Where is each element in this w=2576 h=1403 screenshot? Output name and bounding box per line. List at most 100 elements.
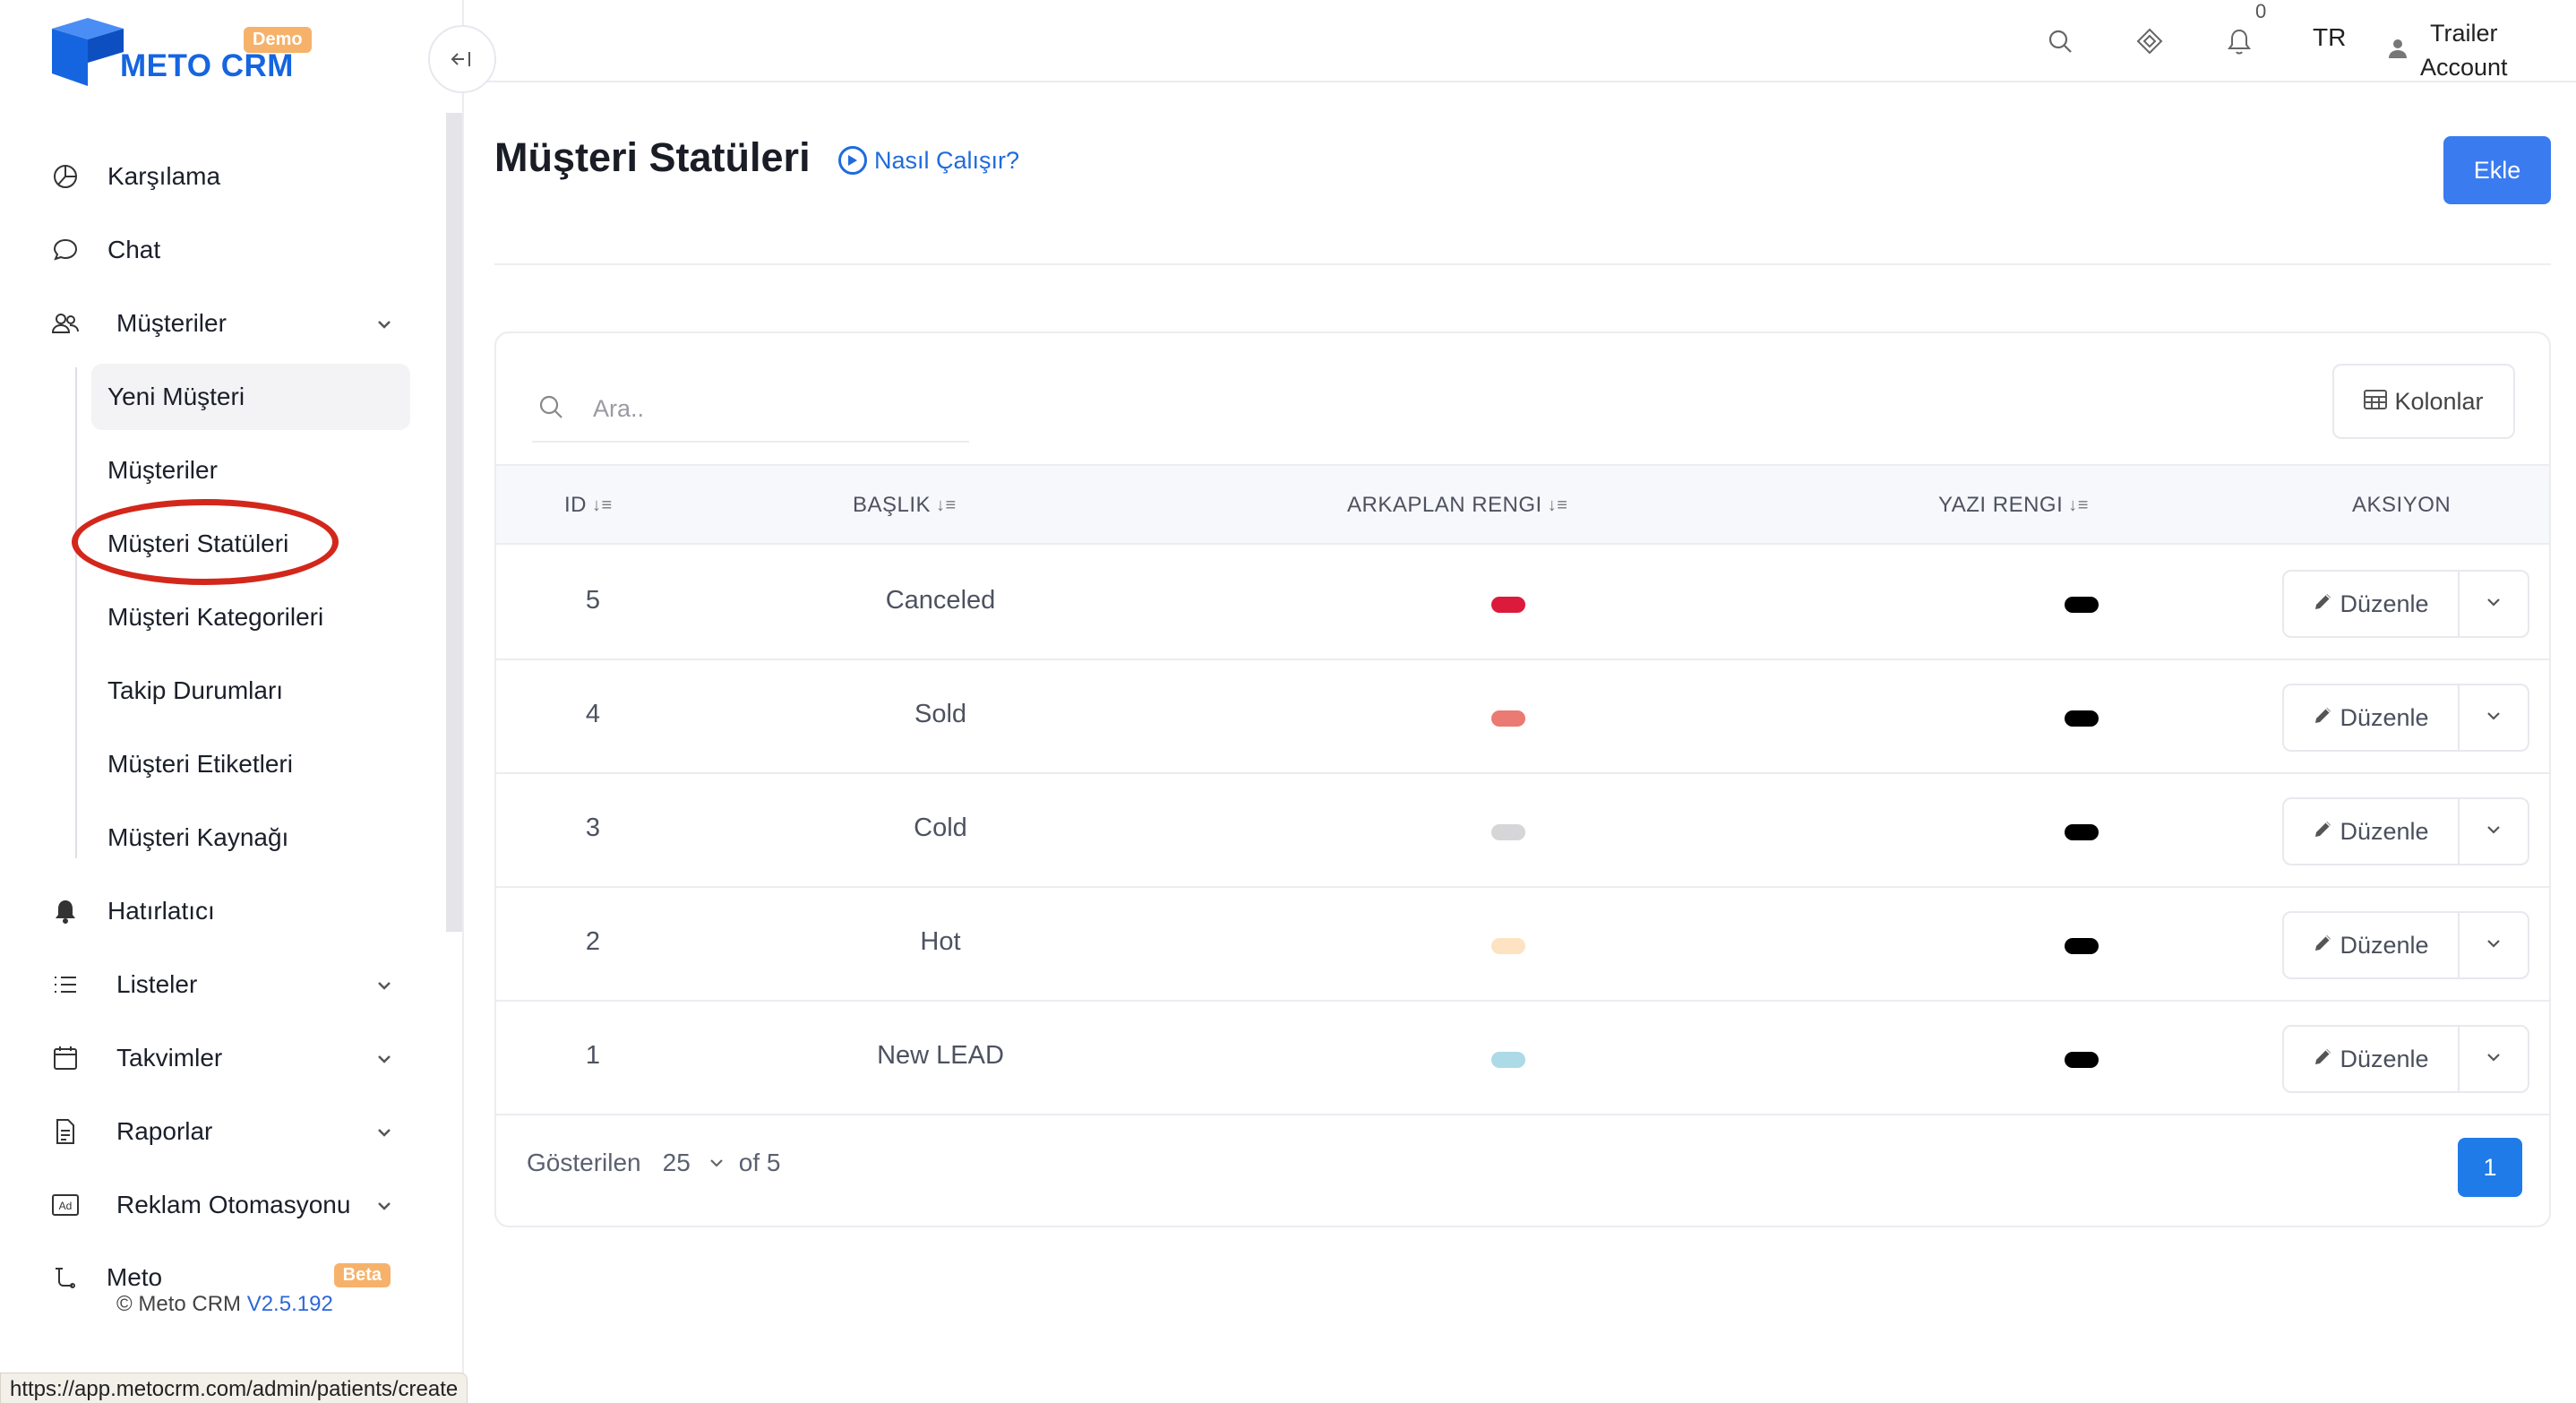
submenu-label: Müşteri Etiketleri [107, 750, 293, 778]
edit-label: Düzenle [2340, 590, 2429, 617]
chevron-down-icon [374, 312, 394, 340]
sidebar-item-chat[interactable]: Chat [50, 217, 391, 283]
language-selector[interactable]: TR [2313, 23, 2346, 52]
bell-icon [50, 896, 81, 926]
cell-id: 5 [585, 586, 601, 615]
columns-button[interactable]: Kolonlar [2332, 364, 2515, 439]
cube-logo-icon [48, 16, 124, 86]
pencil-icon [2313, 1046, 2340, 1073]
submenu-item-yeni-musteri[interactable]: Yeni Müşteri [91, 364, 410, 430]
chevron-down-icon [710, 1159, 723, 1167]
chevron-down-icon [2484, 934, 2503, 958]
sort-icon: ↓≡ [2068, 495, 2089, 515]
row-actions-dropdown[interactable] [2460, 685, 2528, 750]
chat-bubble-icon [50, 235, 81, 265]
edit-button[interactable]: Düzenle [2284, 1027, 2460, 1091]
pencil-icon [2313, 590, 2340, 618]
chevron-down-icon [374, 1120, 394, 1149]
edit-button[interactable]: Düzenle [2284, 572, 2460, 636]
total-label: of 5 [738, 1149, 781, 1176]
edit-button[interactable]: Düzenle [2284, 799, 2460, 864]
edit-label: Düzenle [2340, 1045, 2429, 1072]
notification-bell-icon[interactable] [2221, 23, 2257, 59]
add-button[interactable]: Ekle [2443, 136, 2551, 204]
column-header-title[interactable]: BAŞLIK ↓≡ [853, 493, 957, 518]
sidebar-item-musteriler[interactable]: Müşteriler [50, 290, 391, 357]
how-it-works-link[interactable]: Nasıl Çalışır? [838, 146, 1019, 175]
submenu-item-musteriler[interactable]: Müşteriler [91, 437, 410, 504]
table-row: 5 Canceled Düzenle [496, 547, 2549, 660]
table-row: 3 Cold Düzenle [496, 774, 2549, 888]
cell-title: Hot [920, 927, 961, 956]
users-icon [50, 308, 81, 339]
chevron-down-icon [2484, 592, 2503, 616]
sidebar-item-hatirlatici[interactable]: Hatırlatıcı [50, 878, 391, 944]
cell-id: 1 [585, 1041, 601, 1070]
text-color-swatch [2065, 938, 2099, 954]
edit-label: Düzenle [2340, 931, 2429, 959]
highlight-annotation [72, 499, 339, 585]
header-label: AKSIYON [2352, 493, 2451, 517]
sidebar-item-karsilama[interactable]: Karşılama [50, 143, 391, 210]
search-input[interactable] [593, 394, 933, 423]
column-header-id[interactable]: ID ↓≡ [564, 493, 613, 518]
chevron-down-icon [2484, 820, 2503, 844]
sidebar-footer: © Meto CRM V2.5.192 [116, 1292, 439, 1317]
sidebar: METO CRM Demo Karşılama Chat Müşteriler … [0, 0, 464, 1403]
submenu-item-musteri-kaynagi[interactable]: Müşteri Kaynağı [91, 805, 410, 871]
search-icon[interactable] [2042, 23, 2078, 59]
chevron-down-icon [2484, 706, 2503, 730]
submenu-item-musteri-kategorileri[interactable]: Müşteri Kategorileri [91, 584, 410, 650]
row-actions-dropdown[interactable] [2460, 572, 2528, 636]
text-color-swatch [2065, 597, 2099, 613]
submenu-guide-line [75, 367, 77, 858]
cell-title: Sold [914, 700, 967, 728]
per-page-select[interactable]: 25 [663, 1149, 739, 1177]
submenu-item-takip-durumlari[interactable]: Takip Durumları [91, 658, 410, 724]
header-label: ARKAPLAN RENGI [1347, 493, 1542, 517]
pie-chart-icon [50, 161, 81, 192]
sidebar-item-raporlar[interactable]: Raporlar [50, 1098, 391, 1165]
sidebar-item-label: Chat [107, 236, 161, 263]
pagination-page-button[interactable]: 1 [2458, 1138, 2522, 1197]
search-icon [537, 393, 564, 425]
browser-status-url: https://app.metocrm.com/admin/patients/c… [0, 1373, 468, 1403]
version-link[interactable]: V2.5.192 [247, 1292, 333, 1316]
text-color-swatch [2065, 1052, 2099, 1068]
sidebar-item-listeler[interactable]: Listeler [50, 951, 391, 1018]
submenu-item-musteri-etiketleri[interactable]: Müşteri Etiketleri [91, 731, 410, 797]
edit-button[interactable]: Düzenle [2284, 685, 2460, 750]
edit-button[interactable]: Düzenle [2284, 913, 2460, 977]
svg-text:Ad: Ad [59, 1200, 73, 1212]
row-actions-dropdown[interactable] [2460, 913, 2528, 977]
cell-title: Cold [914, 813, 967, 842]
sidebar-item-meto-otomasyonlari[interactable]: Meto Otomasyonları Beta [50, 1245, 391, 1290]
beta-badge: Beta [333, 1263, 391, 1287]
sort-icon: ↓≡ [1547, 495, 1568, 515]
sidebar-item-takvimler[interactable]: Takvimler [50, 1025, 391, 1091]
column-header-text-color[interactable]: YAZI RENGI ↓≡ [1938, 493, 2089, 518]
row-actions-dropdown[interactable] [2460, 799, 2528, 864]
sidebar-scrollbar[interactable] [446, 113, 462, 932]
sort-icon: ↓≡ [592, 495, 613, 515]
column-header-bg-color[interactable]: ARKAPLAN RENGI ↓≡ [1347, 493, 1567, 518]
flow-icon [50, 1263, 80, 1290]
notification-count: 0 [2255, 0, 2267, 22]
pencil-icon [2313, 932, 2340, 960]
table-grid-icon [2364, 388, 2394, 416]
table-search [532, 376, 969, 443]
edit-label: Düzenle [2340, 703, 2429, 731]
sidebar-item-reklam-otomasyonu[interactable]: Ad Reklam Otomasyonu [50, 1172, 391, 1238]
sidebar-item-label: Listeler [116, 970, 198, 998]
sort-icon: ↓≡ [936, 495, 957, 515]
user-menu[interactable]: Trailer Account [2388, 16, 2508, 84]
sidebar-item-label: Raporlar [116, 1117, 213, 1145]
cell-id: 2 [585, 927, 601, 956]
table-row: 4 Sold Düzenle [496, 660, 2549, 774]
row-actions-dropdown[interactable] [2460, 1027, 2528, 1091]
collapse-sidebar-button[interactable] [428, 25, 496, 93]
diamond-icon[interactable] [2132, 23, 2168, 59]
header-divider [494, 263, 2551, 265]
sidebar-item-label: Hatırlatıcı [107, 897, 215, 925]
brand-name: METO CRM [120, 48, 294, 83]
